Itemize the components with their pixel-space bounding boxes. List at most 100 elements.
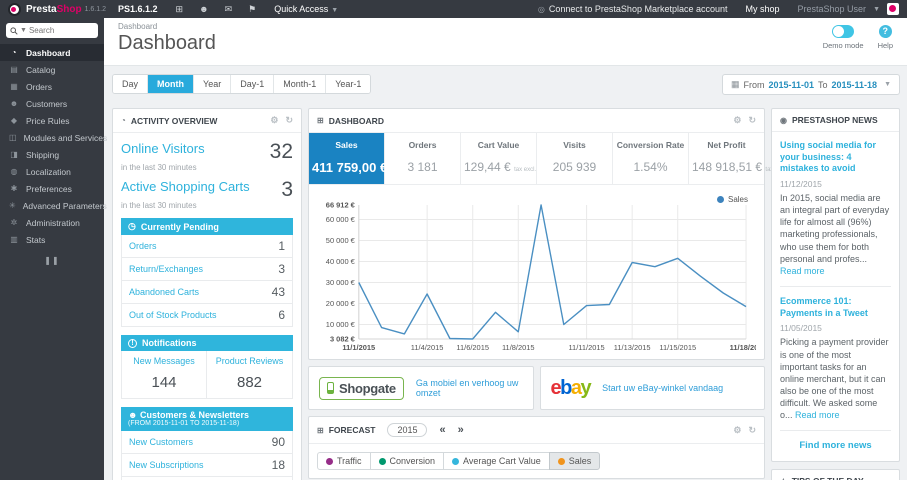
trophy-icon[interactable]: ⚑ <box>248 4 256 15</box>
sidebar-item-shipping[interactable]: ◨ Shipping <box>0 146 104 163</box>
shop-name: PS1.6.1.2 <box>118 4 158 14</box>
kpi-conversion-rate[interactable]: Conversion Rate 1.54% <box>613 133 689 184</box>
cart-icon: ⊞ <box>317 116 324 125</box>
sidebar-item-dashboard[interactable]: ◔ Dashboard <box>0 44 104 61</box>
stat-subtitle: in the last 30 minutes <box>121 163 197 172</box>
kpi-sales[interactable]: Sales 411 759,00 € tax excl. <box>309 133 415 184</box>
sidebar-item-label: Catalog <box>26 64 56 75</box>
svg-text:11/15/2015: 11/15/2015 <box>659 343 696 352</box>
tab-day-1[interactable]: Day-1 <box>231 75 275 93</box>
prestashop-logo <box>8 2 21 16</box>
gear-icon[interactable]: ⚙ <box>733 115 741 126</box>
activity-stat-active-shopping-carts[interactable]: Active Shopping Carts 3 in the last 30 min… <box>121 179 293 210</box>
list-item-return-exchanges[interactable]: Return/Exchanges 3 <box>122 258 292 281</box>
news-article-excerpt: Picking a payment provider is one of the… <box>780 337 889 421</box>
search-icon <box>10 26 18 35</box>
shopgate-module-card[interactable]: Shopgate Ga mobiel en verhoog uw omzet <box>308 366 534 410</box>
kpi-cart-value[interactable]: Cart Value 129,44 € tax excl. <box>461 133 537 184</box>
puzzle-icon: ◫ <box>9 133 17 142</box>
tab-month-1[interactable]: Month-1 <box>274 75 327 93</box>
kpi-net-profit[interactable]: Net Profit 148 918,51 € tax excl. <box>689 133 787 184</box>
forecast-toggle-average-cart-value[interactable]: Average Cart Value <box>443 452 550 470</box>
my-shop-link[interactable]: My shop <box>746 4 780 14</box>
help-control[interactable]: ? Help <box>878 25 893 50</box>
demo-mode-control[interactable]: Demo mode <box>823 25 864 50</box>
refresh-icon[interactable]: ↻ <box>285 115 293 126</box>
list-item-new-customers[interactable]: New Customers 90 <box>122 431 292 454</box>
list-item-orders[interactable]: Orders 1 <box>122 235 292 258</box>
kpi-orders[interactable]: Orders 3 181 <box>385 133 461 184</box>
notification-cell-product-reviews[interactable]: Product Reviews 882 <box>207 351 292 398</box>
svg-text:11/18/201: 11/18/201 <box>730 343 756 352</box>
search-input[interactable] <box>28 26 87 35</box>
user-menu[interactable]: PrestaShop User ▼ <box>798 3 899 15</box>
quick-access-menu[interactable]: Quick Access ▼ <box>274 4 338 14</box>
tab-year-1[interactable]: Year-1 <box>326 75 371 93</box>
ebay-module-card[interactable]: ebay Start uw eBay-winkel vandaag <box>539 366 765 410</box>
forecast-toggle-sales[interactable]: Sales <box>548 452 601 470</box>
tab-year[interactable]: Year <box>194 75 232 93</box>
find-more-news-link[interactable]: Find more news <box>780 440 891 451</box>
sidebar-item-localization[interactable]: ◍ Localization <box>0 163 104 180</box>
next-year-button[interactable]: » <box>458 424 464 436</box>
refresh-icon[interactable]: ↻ <box>748 425 756 436</box>
kpi-value: 411 759,00 € tax excl. <box>312 160 415 175</box>
forecast-toggle-traffic[interactable]: Traffic <box>317 452 371 470</box>
credit-card-icon: ▦ <box>10 82 18 91</box>
news-article-title[interactable]: Using social media for your business: 4 … <box>780 140 891 175</box>
refresh-icon[interactable]: ↻ <box>748 115 756 126</box>
sidebar-item-label: Advanced Parameters <box>22 200 107 211</box>
cart-icon[interactable]: ⊞ <box>176 4 184 15</box>
date-range-picker[interactable]: ▦ From 2015-11-01 To 2015-11-18 ▼ <box>721 74 900 95</box>
marketplace-link[interactable]: ◎ Connect to PrestaShop Marketplace accou… <box>538 4 728 14</box>
search-scope-caret-icon[interactable]: ▼ <box>20 27 27 34</box>
list-item-new-subscriptions[interactable]: New Subscriptions 18 <box>122 454 292 477</box>
svg-text:50 000 €: 50 000 € <box>326 236 356 245</box>
kpi-visits[interactable]: Visits 205 939 <box>537 133 613 184</box>
gear-icon[interactable]: ⚙ <box>270 115 278 126</box>
sidebar-item-customers[interactable]: ☻ Customers <box>0 95 104 112</box>
read-more-link[interactable]: Read more <box>780 266 825 276</box>
news-panel-title: PRESTASHOP NEWS <box>791 115 878 125</box>
sidebar-item-orders[interactable]: ▦ Orders <box>0 78 104 95</box>
news-article-title[interactable]: Ecommerce 101: Payments in a Tweet <box>780 296 891 319</box>
tab-month[interactable]: Month <box>148 75 195 93</box>
sidebar-item-advanced-parameters[interactable]: ✳ Advanced Parameters <box>0 197 107 214</box>
sidebar-item-stats[interactable]: ▥ Stats <box>0 231 104 248</box>
chart-legend[interactable]: Sales <box>716 195 748 204</box>
demo-mode-toggle[interactable] <box>832 25 855 38</box>
tab-day[interactable]: Day <box>113 75 149 93</box>
brand-shop: Shop <box>56 3 82 15</box>
divider <box>780 430 891 432</box>
previous-year-button[interactable]: « <box>439 424 445 436</box>
list-item-abandoned-carts[interactable]: Abandoned Carts 43 <box>122 281 292 304</box>
gears-icon: ✳ <box>9 201 16 210</box>
shopgate-link[interactable]: Ga mobiel en verhoog uw omzet <box>416 378 523 398</box>
notification-cell-new-messages[interactable]: New Messages 144 <box>122 351 207 398</box>
activity-stat-online-visitors[interactable]: Online Visitors 32 in the last 30 minutes <box>121 141 293 172</box>
mail-icon[interactable]: ✉ <box>225 4 233 15</box>
sidebar-item-preferences[interactable]: ✱ Preferences <box>0 180 104 197</box>
collapse-sidebar-button[interactable]: ❚❚ <box>44 256 59 265</box>
ebay-link[interactable]: Start uw eBay-winkel vandaag <box>602 383 723 393</box>
person-icon[interactable]: ☻ <box>199 4 208 15</box>
row-value: 1 <box>278 239 285 253</box>
notifications-header: ! Notifications <box>121 335 293 351</box>
sidebar-item-modules-and-services[interactable]: ◫ Modules and Services <box>0 129 107 146</box>
sidebar-item-label: Orders <box>26 81 52 92</box>
row-value: 43 <box>271 285 285 299</box>
sidebar-item-catalog[interactable]: ▤ Catalog <box>0 61 104 78</box>
gear-icon[interactable]: ⚙ <box>733 425 741 436</box>
forecast-toggle-conversion[interactable]: Conversion <box>369 452 445 470</box>
row-label: Out of Stock Products <box>129 310 217 320</box>
stat-label: Active Shopping Carts <box>121 179 250 194</box>
row-label: Orders <box>129 241 157 251</box>
notification-icon: ! <box>128 338 137 348</box>
list-item-out-of-stock-products[interactable]: Out of Stock Products 6 <box>122 304 292 326</box>
shopgate-logo: Shopgate <box>319 376 404 400</box>
read-more-link[interactable]: Read more <box>795 410 840 420</box>
sidebar-item-price-rules[interactable]: ◆ Price Rules <box>0 112 104 129</box>
sidebar-search[interactable]: ▼ <box>6 23 98 38</box>
help-icon[interactable]: ? <box>878 25 892 38</box>
sidebar-item-administration[interactable]: ✲ Administration <box>0 214 104 231</box>
